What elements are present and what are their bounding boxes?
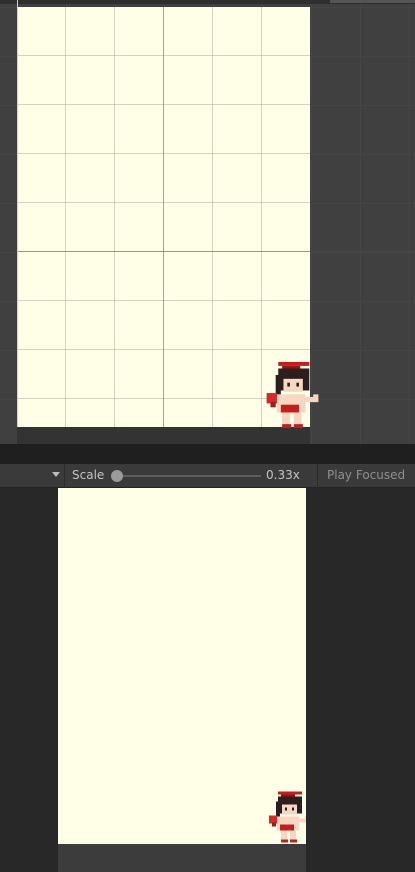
play-focused-dropdown[interactable]: Play Focused [327,468,405,482]
scale-slider-track [113,475,261,477]
scene-canvas-edge [17,0,18,444]
scene-top-strip [0,0,415,4]
scene-axis-vertical [163,7,164,444]
panel-divider [0,444,415,464]
character-sprite-scene[interactable] [266,362,319,428]
game-view-toolbar: Scale 0.33x Play Focused [0,464,415,488]
toolbar-separator [317,464,318,488]
scale-slider[interactable] [111,470,261,482]
scene-axis-horizontal [17,251,415,252]
chevron-down-icon[interactable] [52,472,60,477]
character-sprite-game [269,791,306,843]
scale-slider-thumb[interactable] [111,470,123,482]
game-view[interactable] [0,488,415,872]
scene-top-strip-tab [330,0,415,3]
toolbar-separator [64,464,65,488]
game-canvas [58,488,306,844]
scene-view[interactable] [0,0,415,444]
scene-canvas-bottom-band [17,427,310,444]
scale-label: Scale [72,468,105,482]
scale-value: 0.33x [266,468,300,482]
game-letterbox-bottom [58,844,306,872]
